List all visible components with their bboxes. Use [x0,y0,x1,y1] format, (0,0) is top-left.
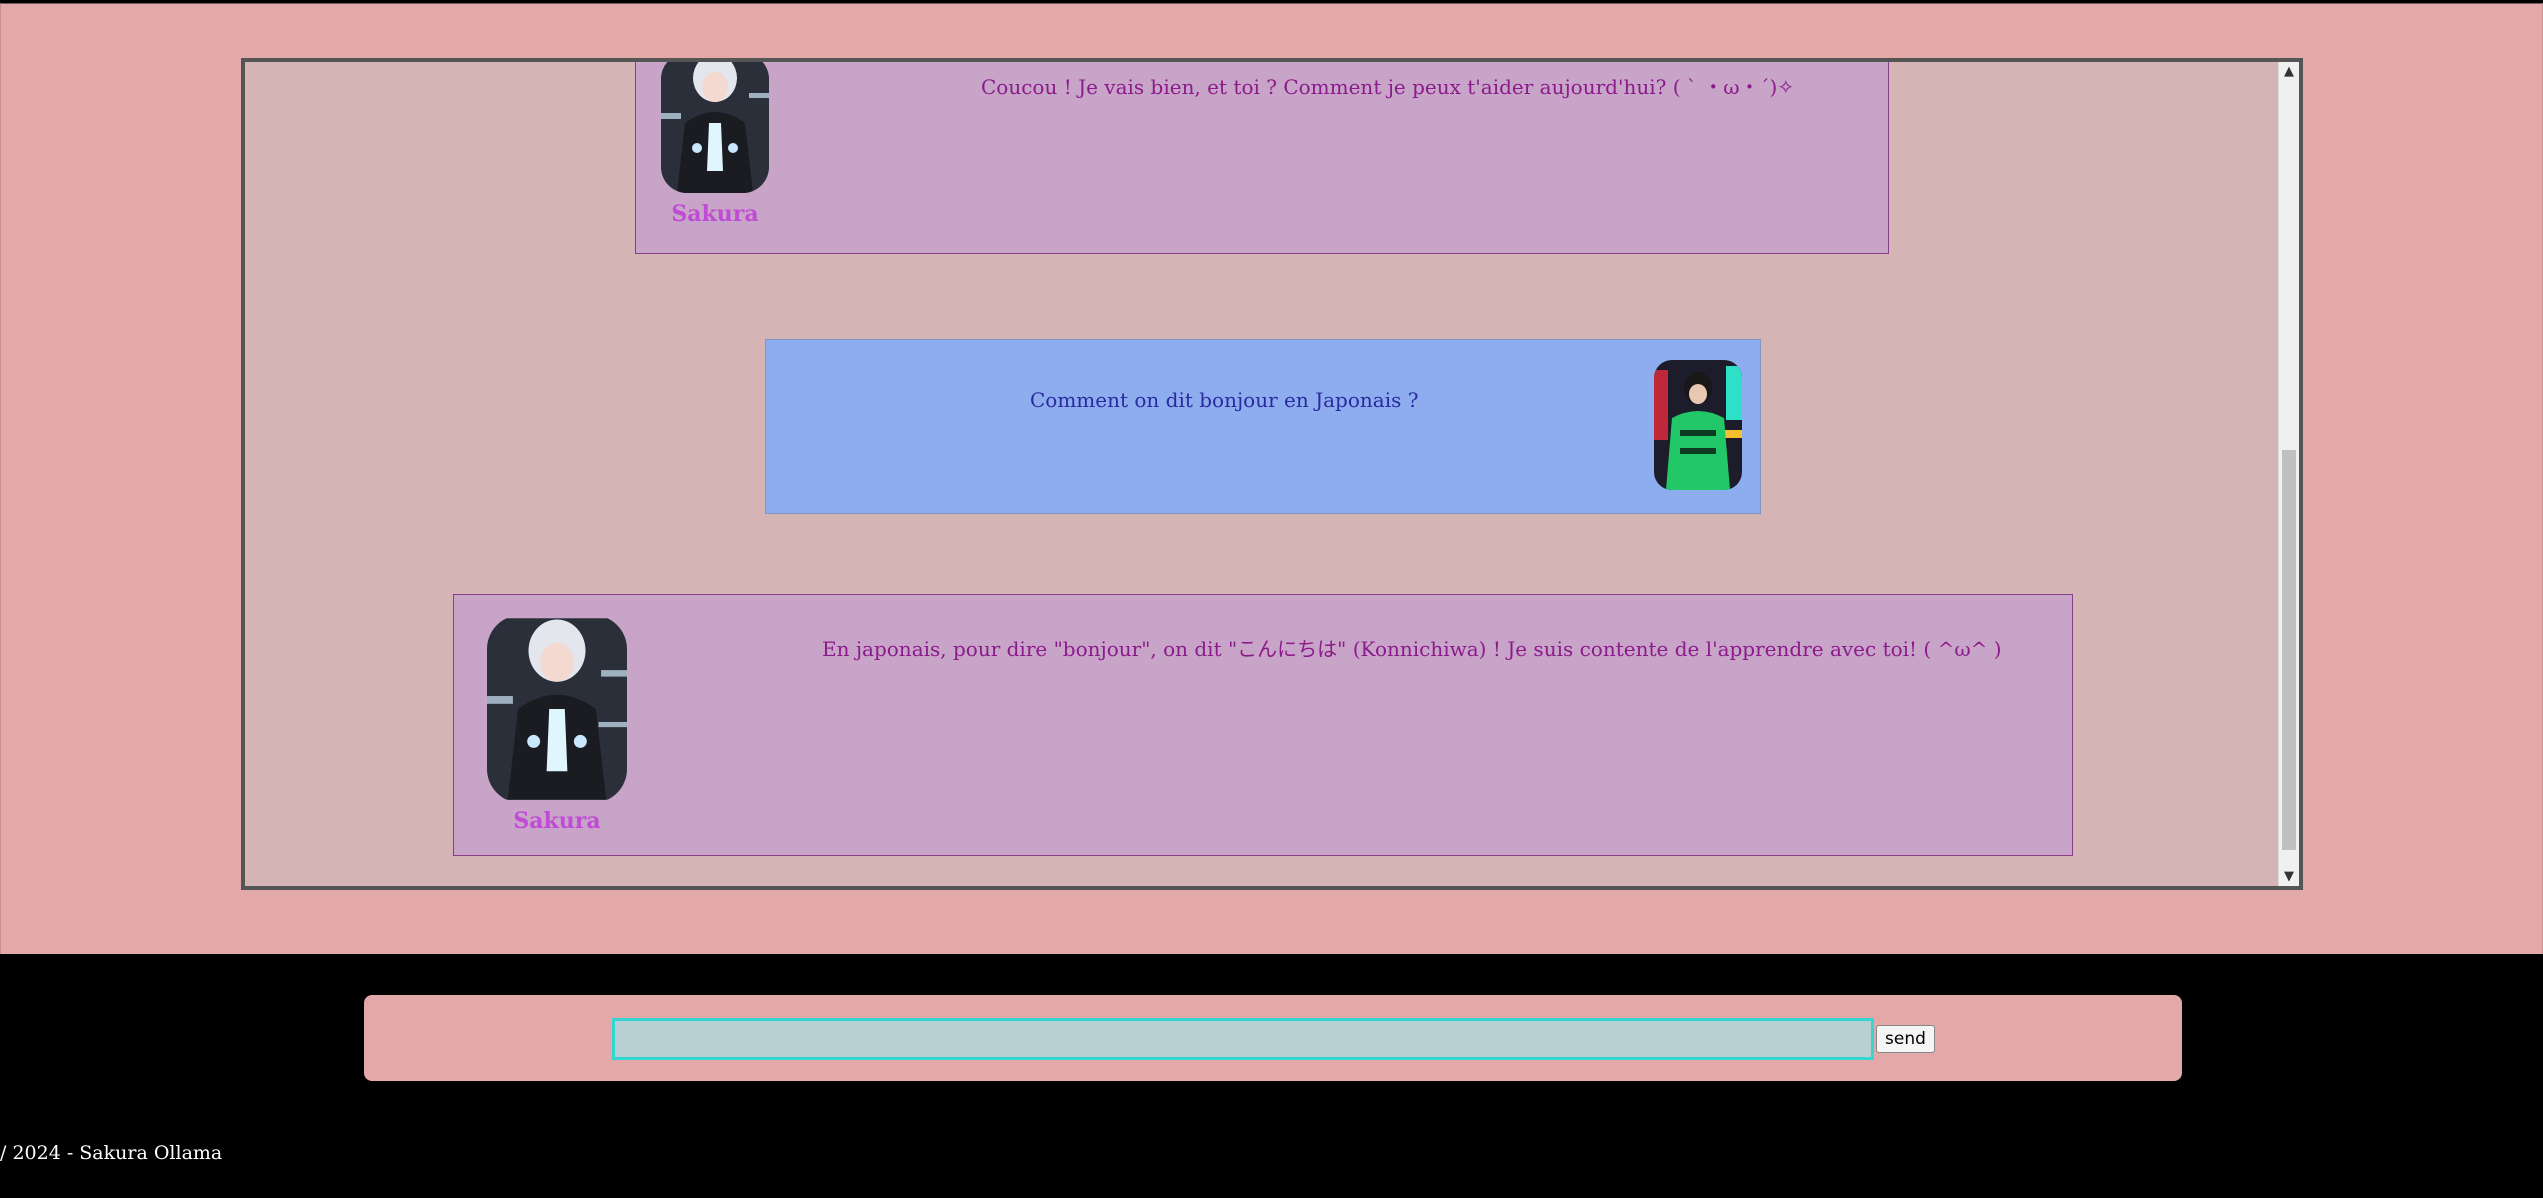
chat-window[interactable]: Sakura Coucou ! Je vais bien, et toi ? C… [241,58,2303,890]
user-message: Comment on dit bonjour en Japonais ? [765,339,1761,514]
message-text: Comment on dit bonjour en Japonais ? [1030,388,1419,412]
message-text: En japonais, pour dire "bonjour", on dit… [822,637,2002,661]
scroll-down-arrow-icon[interactable]: ▼ [2279,869,2299,884]
sender-name: Sakura [671,201,759,227]
chat-background: Sakura Coucou ! Je vais bien, et toi ? C… [0,3,2543,954]
chat-scrollbar[interactable]: ▲ ▼ [2278,62,2299,886]
footer-text: / 2024 - Sakura Ollama [0,1142,223,1164]
input-bar: send [364,995,2182,1081]
bot-message: Sakura Coucou ! Je vais bien, et toi ? C… [635,62,1889,254]
user-avatar-icon [1654,360,1742,490]
sakura-avatar-icon [487,615,627,803]
sakura-avatar-icon [661,62,769,193]
scroll-up-arrow-icon[interactable]: ▲ [2279,64,2299,79]
message-input[interactable] [612,1018,1874,1060]
send-button[interactable]: send [1876,1025,1935,1053]
message-text: Coucou ! Je vais bien, et toi ? Comment … [981,75,1795,99]
scroll-thumb[interactable] [2282,450,2296,850]
sender-name: Sakura [513,808,601,834]
bot-message: Sakura En japonais, pour dire "bonjour",… [453,594,2073,856]
